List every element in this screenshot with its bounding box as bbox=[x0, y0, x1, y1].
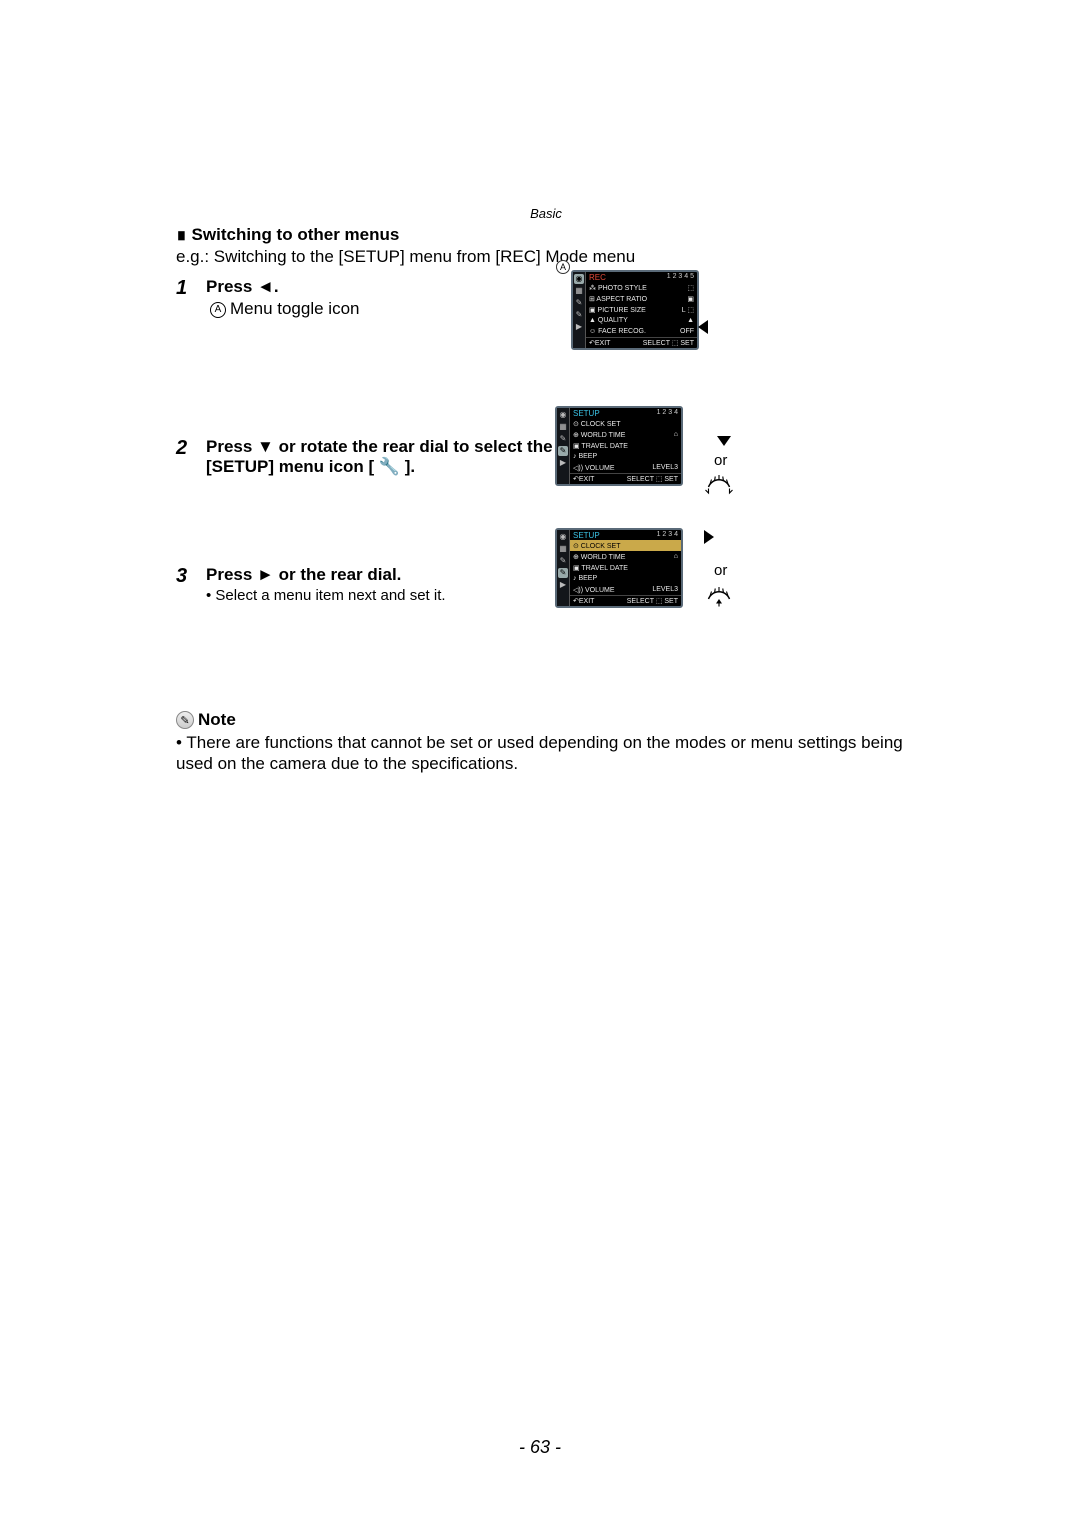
step-3: 3 Press ► or the rear dial. • Select a m… bbox=[176, 565, 916, 604]
sidebar-rec-icon: ◉ bbox=[558, 532, 568, 542]
rear-dial-icon bbox=[704, 584, 734, 606]
menu-screen-3: ◉ ▦ ✎ ✎ ▶ SETUP 1 2 3 4 ⊙ CLOCK SET⊕ WORL… bbox=[555, 528, 683, 608]
screen2-title: SETUP bbox=[573, 409, 600, 418]
dpad-left bbox=[698, 320, 710, 334]
step-1: 1 Press ◄. AMenu toggle icon bbox=[176, 277, 916, 319]
sidebar-movie-icon: ▦ bbox=[558, 422, 568, 432]
menu-row: ⊕ WORLD TIME⌂ bbox=[570, 429, 681, 440]
sidebar-movie-icon: ▦ bbox=[574, 286, 584, 296]
sidebar-rec-icon: ◉ bbox=[558, 410, 568, 420]
note-label: Note bbox=[198, 710, 236, 730]
sidebar-setup-icon: ✎ bbox=[558, 446, 568, 456]
menu-row: ⊙ CLOCK SET bbox=[570, 540, 681, 551]
note-text: • There are functions that cannot be set… bbox=[176, 732, 916, 775]
sidebar-rec-icon: ◉ bbox=[574, 274, 584, 284]
menu-row: ◁)) VOLUMELEVEL3 bbox=[570, 462, 681, 473]
figure-column: A ◉ ▦ ✎ ✎ ▶ REC1 2 3 4 5 ⁂ PHOTO STYLE⬚⊞… bbox=[551, 270, 749, 356]
menu-screen-2: ◉ ▦ ✎ ✎ ▶ SETUP 1 2 3 4 ⊙ CLOCK SET⊕ WORL… bbox=[555, 406, 683, 486]
or-label: or bbox=[714, 562, 727, 579]
menu-row: ▣ TRAVEL DATE bbox=[570, 562, 681, 573]
rear-dial-icon bbox=[704, 472, 734, 494]
menu-row: ▣ PICTURE SIZEL ⬚ bbox=[586, 304, 697, 315]
menu-row: ⊕ WORLD TIME⌂ bbox=[570, 551, 681, 562]
screen2-select: SELECT ⬚ SET bbox=[627, 475, 678, 483]
step-number: 3 bbox=[176, 565, 206, 588]
example-line: e.g.: Switching to the [SETUP] menu from… bbox=[176, 247, 916, 267]
dpad-right bbox=[702, 530, 714, 544]
step-2: 2 Press ▼ or rotate the rear dial to sel… bbox=[176, 437, 916, 477]
label-a-icon: A bbox=[210, 302, 226, 318]
section-title: ∎ Switching to other menus bbox=[176, 225, 916, 245]
step-number: 2 bbox=[176, 437, 206, 460]
screen2-pages: 1 2 3 4 bbox=[657, 409, 678, 418]
sidebar-custom-icon: ✎ bbox=[574, 298, 584, 308]
screen1-title: REC bbox=[589, 273, 606, 282]
sidebar-play-icon: ▶ bbox=[558, 458, 568, 468]
screen3-title: SETUP bbox=[573, 531, 600, 540]
screen2-exit: ↶EXIT bbox=[573, 475, 594, 483]
sidebar-custom-icon: ✎ bbox=[558, 556, 568, 566]
note-block: ✎ Note • There are functions that cannot… bbox=[176, 710, 916, 775]
page-number: - 63 - bbox=[0, 1437, 1080, 1458]
sidebar-setup-icon: ✎ bbox=[558, 568, 568, 578]
down-arrow-icon bbox=[717, 436, 731, 446]
menu-row: ☺ FACE RECOG.OFF bbox=[586, 326, 697, 337]
menu-row: ♪ BEEP bbox=[570, 451, 681, 462]
menu-row: ⊞ ASPECT RATIO▣ bbox=[586, 293, 697, 304]
screen3-select: SELECT ⬚ SET bbox=[627, 597, 678, 605]
menu-row: ▣ TRAVEL DATE bbox=[570, 440, 681, 451]
menu-row: ♪ BEEP bbox=[570, 573, 681, 584]
figure-2: ◉ ▦ ✎ ✎ ▶ SETUP 1 2 3 4 ⊙ CLOCK SET⊕ WORL… bbox=[555, 406, 683, 486]
sidebar-play-icon: ▶ bbox=[574, 322, 584, 332]
menu-row: ⁂ PHOTO STYLE⬚ bbox=[586, 282, 697, 293]
screen1-select: SELECT ⬚ SET bbox=[643, 339, 694, 347]
callout-a: A bbox=[556, 260, 570, 274]
section-header: Basic bbox=[176, 206, 916, 221]
screen1-exit: ↶EXIT bbox=[589, 339, 610, 347]
menu-row: ◁)) VOLUMELEVEL3 bbox=[570, 584, 681, 595]
screen1-pages: 1 2 3 4 5 bbox=[667, 273, 694, 282]
pencil-icon: ✎ bbox=[176, 711, 194, 729]
screen3-exit: ↶EXIT bbox=[573, 597, 594, 605]
screen3-pages: 1 2 3 4 bbox=[657, 531, 678, 540]
sidebar-custom-icon: ✎ bbox=[558, 434, 568, 444]
figure-3: ◉ ▦ ✎ ✎ ▶ SETUP 1 2 3 4 ⊙ CLOCK SET⊕ WORL… bbox=[555, 528, 683, 608]
menu-row: ⊙ CLOCK SET bbox=[570, 418, 681, 429]
menu-screen-1: ◉ ▦ ✎ ✎ ▶ REC 1 2 3 4 5 ⁂ PHOTO STYLE⬚⊞ A… bbox=[571, 270, 699, 350]
or-label: or bbox=[714, 452, 727, 469]
sidebar-play-icon: ▶ bbox=[558, 580, 568, 590]
menu-row: ▲ QUALITY▲ bbox=[586, 315, 697, 326]
step-number: 1 bbox=[176, 277, 206, 300]
sidebar-setup-icon: ✎ bbox=[574, 310, 584, 320]
sidebar-movie-icon: ▦ bbox=[558, 544, 568, 554]
